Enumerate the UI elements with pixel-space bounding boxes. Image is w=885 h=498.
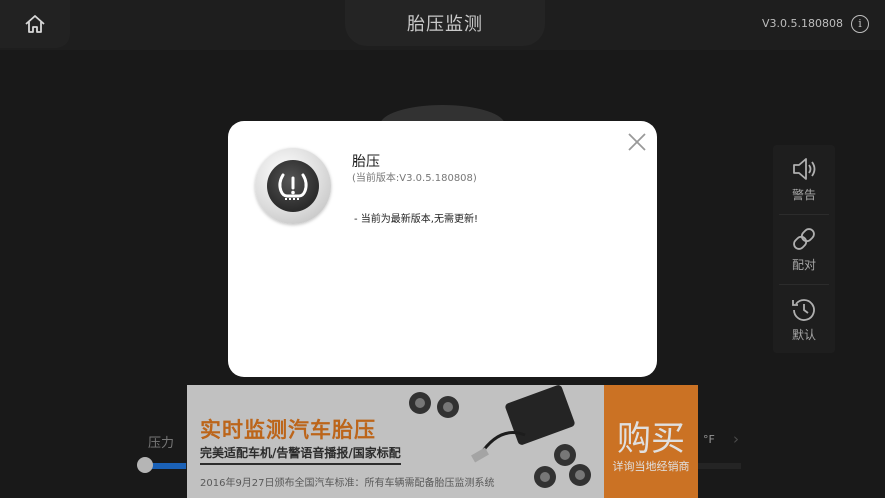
update-message: - 当前为最新版本,无需更新! bbox=[354, 214, 478, 225]
about-dialog: 胎压 (当前版本:V3.0.5.180808) - 当前为最新版本,无需更新! bbox=[228, 121, 657, 377]
version-label: V3.0.5.180808 bbox=[761, 17, 843, 30]
home-icon bbox=[25, 15, 45, 33]
app-icon bbox=[255, 148, 331, 224]
app-name: 胎压 bbox=[352, 154, 380, 170]
tpms-icon bbox=[267, 160, 319, 212]
close-button[interactable] bbox=[626, 131, 648, 153]
close-icon bbox=[628, 133, 646, 151]
page-title: 胎压监测 bbox=[407, 14, 483, 35]
title-tab: 胎压监测 bbox=[345, 0, 545, 46]
app-version: (当前版本:V3.0.5.180808) bbox=[352, 173, 477, 184]
home-button[interactable] bbox=[0, 0, 70, 48]
info-icon[interactable]: i bbox=[851, 15, 869, 33]
top-bar: 胎压监测 V3.0.5.180808 i bbox=[0, 0, 885, 50]
